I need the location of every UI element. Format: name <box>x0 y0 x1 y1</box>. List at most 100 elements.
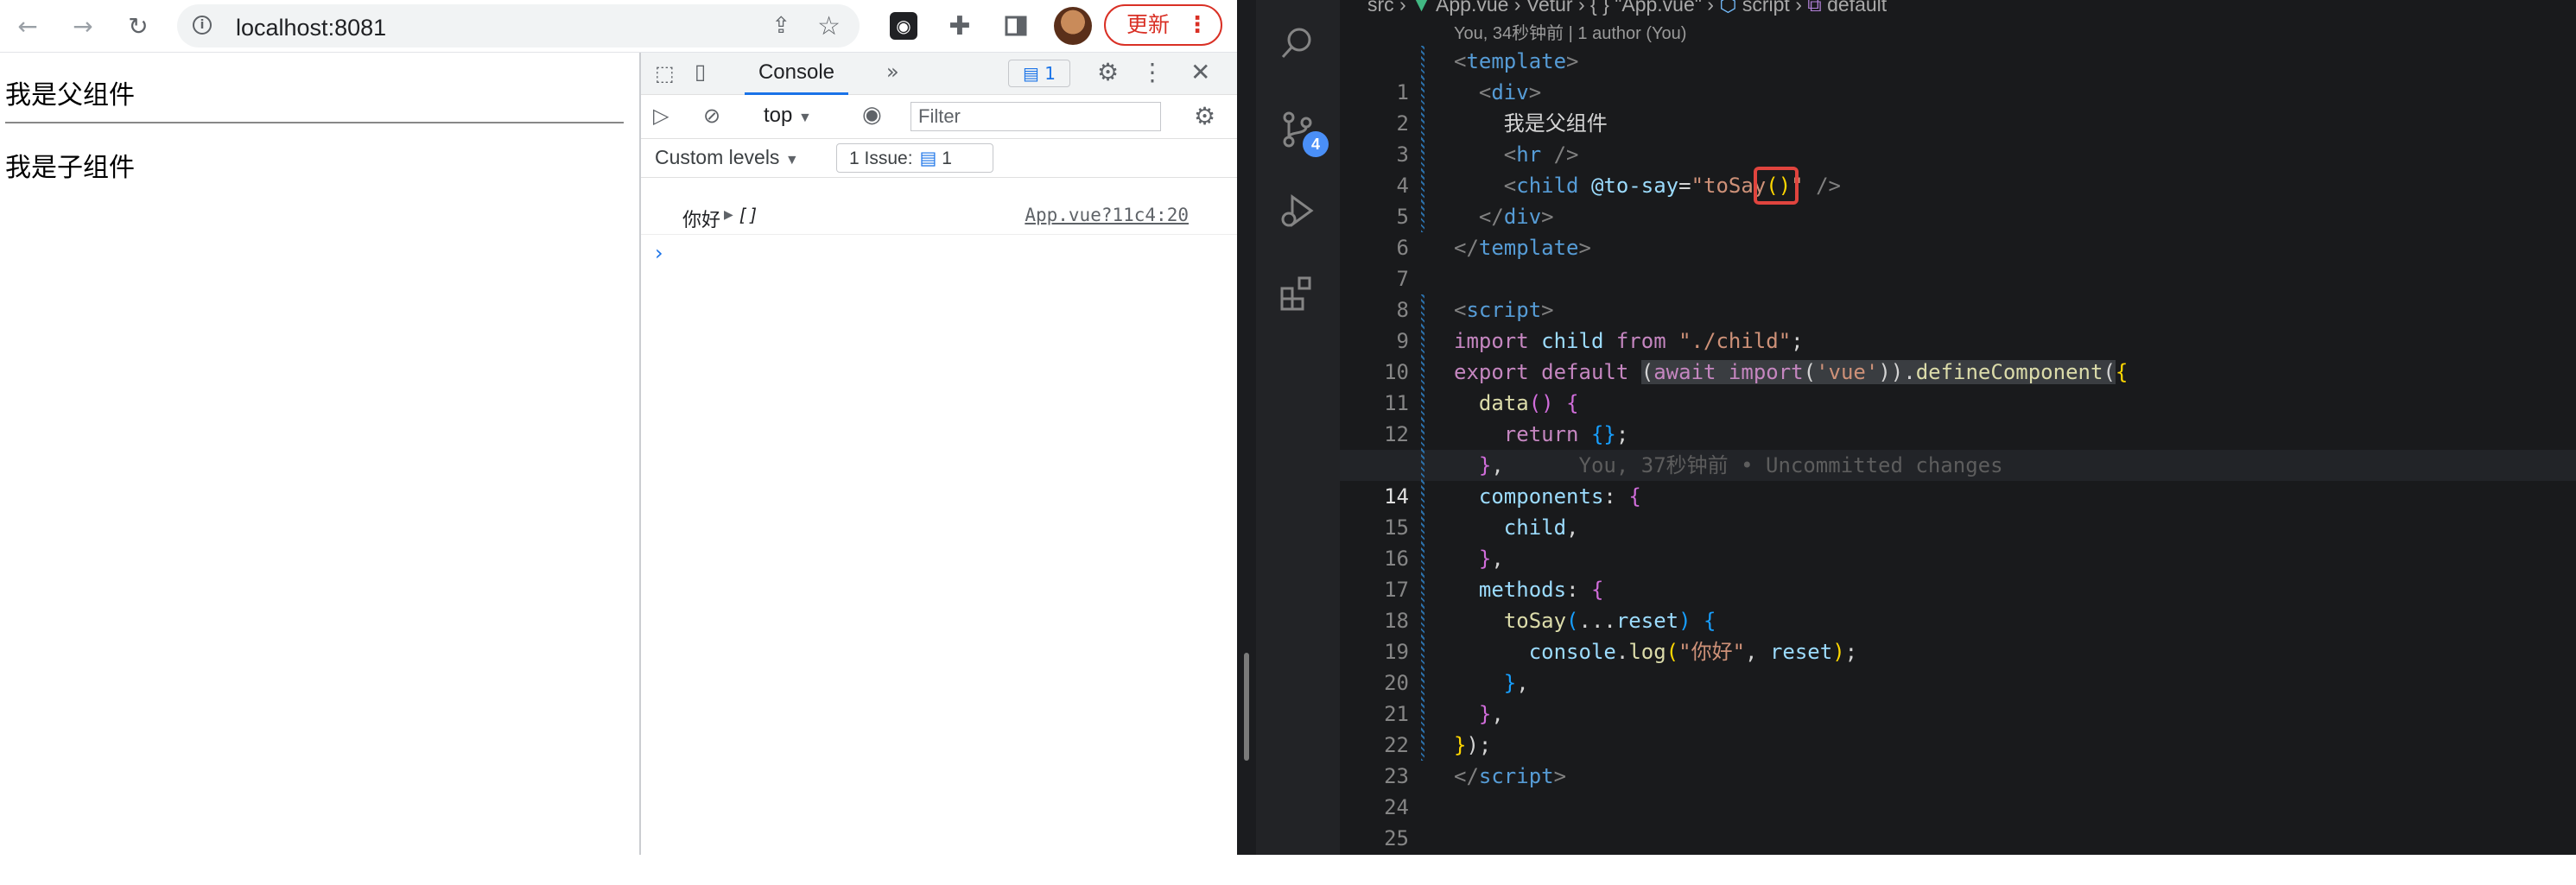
console-settings-icon[interactable]: ⚙ <box>1194 102 1215 130</box>
git-modified-marker <box>1421 388 1424 419</box>
code-line: 13 return {}; <box>1340 419 2576 477</box>
code-line: 19 toSay(...reset) { <box>1340 605 2576 664</box>
git-modified-marker <box>1421 201 1424 232</box>
log-source-link[interactable]: App.vue?11c4:20 <box>1025 205 1189 225</box>
breadcrumb-seg-3[interactable]: script <box>1742 0 1790 16</box>
symbol-variable-icon: ⧉ <box>1807 0 1822 16</box>
reload-icon[interactable]: ↻ <box>123 10 154 41</box>
breadcrumb-seg-2[interactable]: { } "App.vue" <box>1590 0 1702 16</box>
code-line: 1 <template> <box>1340 46 2576 104</box>
tab-console[interactable]: Console <box>745 53 848 95</box>
devtools-menu-icon[interactable]: ⋮ <box>1140 58 1164 86</box>
extension-icon[interactable]: ◉ <box>890 12 917 40</box>
code-line-current: 14 }, You, 37秒钟前 • Uncommitted changes <box>1340 450 2576 509</box>
breadcrumb-folder[interactable]: src <box>1367 0 1394 16</box>
breadcrumb: src › ▼ App.vue › Vetur › { } "App.vue" … <box>1367 0 1887 16</box>
live-expression-eye-icon[interactable]: ◉ <box>862 102 882 128</box>
context-selector[interactable]: top ▼ <box>764 104 812 128</box>
symbol-icon: ⬡ <box>1719 0 1737 16</box>
git-modified-marker <box>1421 357 1424 388</box>
code-line: 11 export default (await import('vue')).… <box>1340 357 2576 415</box>
menu-kebab-icon: ⋮ <box>1186 12 1209 38</box>
git-modified-marker <box>1421 730 1424 761</box>
code-editor[interactable]: src › ▼ App.vue › Vetur › { } "App.vue" … <box>1340 0 2576 855</box>
expand-triangle-icon[interactable]: ▶ <box>724 207 733 222</box>
update-label: 更新 <box>1126 13 1171 37</box>
code-line: 9 <script> <box>1340 294 2576 353</box>
child-component-text: 我是子组件 <box>5 154 135 182</box>
inspect-element-icon[interactable]: ⬚ <box>655 61 675 85</box>
git-modified-marker <box>1421 636 1424 667</box>
scrollbar-thumb[interactable] <box>1244 653 1249 761</box>
git-modified-marker <box>1421 574 1424 605</box>
line-number: 25 <box>1384 826 1409 850</box>
code-line: 24 </script> <box>1340 761 2576 819</box>
horizontal-rule <box>5 122 624 123</box>
console-levels-bar: Custom levels ▼ 1 Issue: ▤ 1 <box>641 139 1237 178</box>
sidebar-toggle-icon[interactable]: ▷ <box>653 104 669 128</box>
clear-console-icon[interactable]: ⊘ <box>703 104 720 128</box>
devtools-panel: ⬚ ▯ Console » ▤ 1 ⚙ ⋮ ✕ ▷ ⊘ top ▼ ◉ ⚙ Cu… <box>639 53 1237 855</box>
git-modified-marker <box>1421 77 1424 108</box>
browser-toolbar: ← → ↻ i localhost:8081 ⇪ ☆ ◉ ✚ 更新 ⋮ <box>0 0 1237 53</box>
git-modified-marker <box>1421 46 1424 77</box>
context-value: top <box>764 104 793 127</box>
issues-button-label: 1 Issue: <box>849 149 913 168</box>
code-line: 6 </div> <box>1340 201 2576 260</box>
extensions-puzzle-icon[interactable]: ✚ <box>946 11 974 41</box>
scm-changes-badge: 4 <box>1303 131 1329 157</box>
profile-avatar[interactable] <box>1054 7 1092 45</box>
address-url[interactable]: localhost:8081 <box>236 15 386 41</box>
console-filterbar: ▷ ⊘ top ▼ ◉ ⚙ <box>641 95 1237 139</box>
code-line: 22 }, <box>1340 699 2576 757</box>
share-icon[interactable]: ⇪ <box>771 13 790 39</box>
code-line: 21 }, <box>1340 667 2576 726</box>
breadcrumb-file[interactable]: App.vue <box>1436 0 1508 16</box>
issues-count: 1 <box>1044 63 1056 84</box>
log-levels-label: Custom levels <box>655 146 780 168</box>
git-codelens[interactable]: You, 34秒钟前 | 1 author (You) <box>1454 19 1686 44</box>
close-devtools-icon[interactable]: ✕ <box>1190 58 1210 86</box>
forward-icon[interactable]: → <box>67 10 98 41</box>
code-line: 17 }, <box>1340 543 2576 602</box>
window-divider <box>1237 0 1256 855</box>
log-levels-dropdown[interactable]: Custom levels ▼ <box>655 146 799 169</box>
issues-button[interactable]: 1 Issue: ▤ 1 <box>836 143 993 173</box>
console-filter-input[interactable] <box>910 102 1161 131</box>
git-modified-marker <box>1421 605 1424 636</box>
activity-bar: 4 <box>1256 0 1340 855</box>
code-line: 8 <box>1340 263 2576 322</box>
code-line: 23 }); <box>1340 730 2576 788</box>
site-info-icon[interactable]: i <box>193 16 212 35</box>
git-modified-marker <box>1421 450 1424 481</box>
address-bar[interactable]: i localhost:8081 ⇪ ☆ <box>177 4 860 47</box>
code-line: 7 </template> <box>1340 232 2576 291</box>
git-modified-marker <box>1421 699 1424 730</box>
console-prompt-icon[interactable]: › <box>655 241 663 265</box>
git-modified-marker <box>1421 139 1424 170</box>
bookmark-star-icon[interactable]: ☆ <box>817 11 841 41</box>
git-modified-marker <box>1421 294 1424 326</box>
log-array-arg[interactable]: [] <box>738 205 758 225</box>
breadcrumb-seg-4[interactable]: default <box>1827 0 1887 16</box>
breadcrumb-seg-1[interactable]: Vetur <box>1526 0 1573 16</box>
more-tabs-icon[interactable]: » <box>886 60 899 84</box>
run-debug-icon[interactable] <box>1273 186 1322 235</box>
back-icon[interactable]: ← <box>12 10 43 41</box>
git-modified-marker <box>1421 481 1424 512</box>
code-line: 25 <box>1340 792 2576 850</box>
code-line: 15 components: { <box>1340 481 2576 540</box>
settings-gear-icon[interactable]: ⚙ <box>1097 58 1119 86</box>
search-icon[interactable] <box>1273 19 1322 67</box>
browser-window: ← → ↻ i localhost:8081 ⇪ ☆ ◉ ✚ 更新 ⋮ 我是父组… <box>0 0 1237 855</box>
device-toolbar-icon[interactable]: ▯ <box>695 60 706 84</box>
update-button[interactable]: 更新 ⋮ <box>1104 4 1222 46</box>
git-modified-marker <box>1421 170 1424 201</box>
git-modified-marker <box>1421 543 1424 574</box>
code-line: 12 data() { <box>1340 388 2576 446</box>
side-panel-icon[interactable] <box>1002 12 1030 40</box>
code-line: 20 console.log("你好", reset); <box>1340 636 2576 695</box>
devtools-tabbar: ⬚ ▯ Console » ▤ 1 ⚙ ⋮ ✕ <box>641 53 1237 95</box>
extensions-icon[interactable] <box>1273 269 1322 318</box>
issues-counter-badge[interactable]: ▤ 1 <box>1008 60 1070 87</box>
